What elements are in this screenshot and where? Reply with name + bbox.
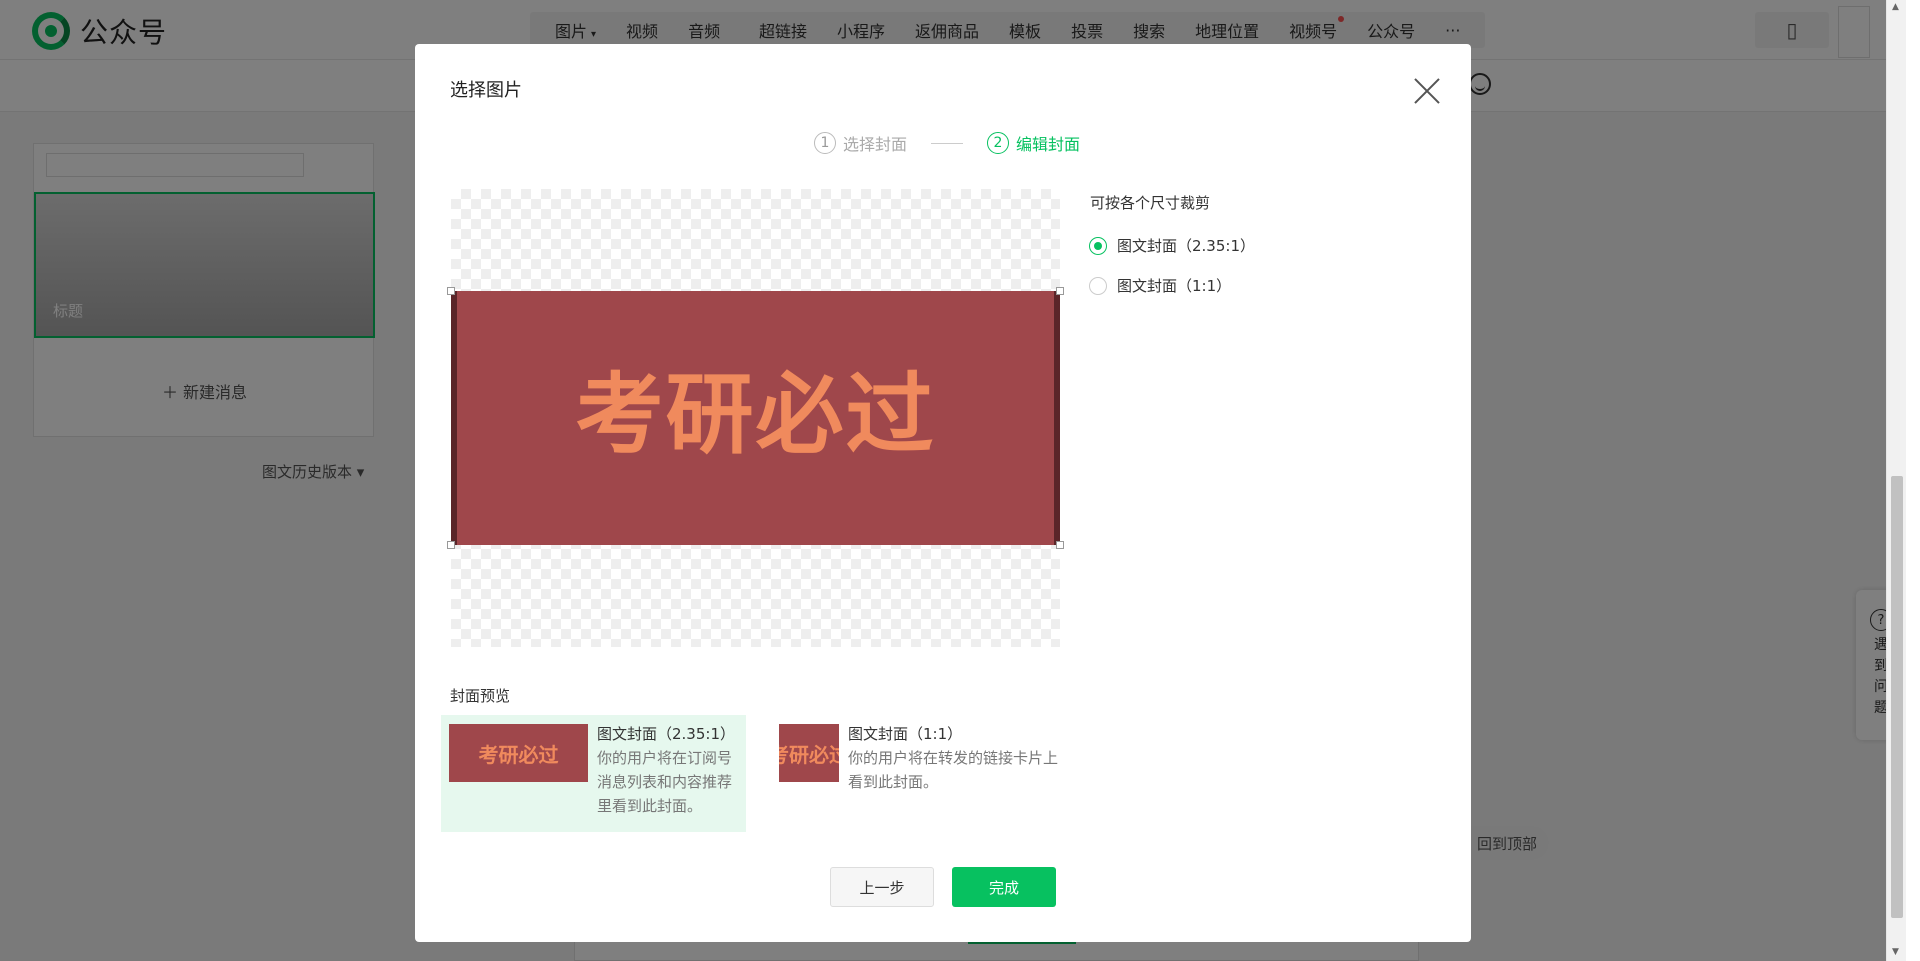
option-cover-1-1[interactable]: 图文封面（1:1） <box>1089 275 1231 296</box>
step-number: 1 <box>814 132 836 154</box>
crop-frame[interactable] <box>451 291 1060 545</box>
previous-step-button[interactable]: 上一步 <box>830 867 934 907</box>
step-label: 编辑封面 <box>1016 135 1081 154</box>
preview-desc-line: 消息列表和内容推荐 <box>597 773 733 791</box>
crop-canvas[interactable]: 考研必过 <box>447 189 1064 647</box>
select-image-dialog: 选择图片 1 选择封面 2 编辑封面 考研必过 可按各个尺寸裁剪 图文封面（2.… <box>415 44 1471 942</box>
preview-thumb-text: 考研必过 <box>779 742 839 767</box>
preview-name: 图文封面（2.35:1） <box>597 725 735 743</box>
scroll-down-icon[interactable]: ▼ <box>1892 947 1899 957</box>
close-icon[interactable] <box>1413 77 1441 105</box>
preview-desc-line: 你的用户将在转发的链接卡片上 <box>848 749 1059 767</box>
preview-desc-line: 里看到此封面。 <box>597 797 703 815</box>
preview-card-1-1[interactable]: 考研必过 图文封面（1:1） 你的用户将在转发的链接卡片上 看到此封面。 <box>771 715 1071 832</box>
preview-text: 图文封面（2.35:1） 你的用户将在订阅号 消息列表和内容推荐 里看到此封面。 <box>597 724 735 823</box>
page-edge <box>1906 0 1920 961</box>
cover-preview-label: 封面预览 <box>450 687 511 705</box>
radio-checked[interactable] <box>1089 236 1107 255</box>
preview-desc: 你的用户将在转发的链接卡片上 看到此封面。 <box>848 746 1058 794</box>
option-label: 图文封面（1:1） <box>1117 277 1232 295</box>
step-indicator: 1 选择封面 2 编辑封面 <box>814 131 1080 155</box>
option-cover-235[interactable]: 图文封面（2.35:1） <box>1089 235 1255 256</box>
scroll-thumb[interactable] <box>1891 476 1903 918</box>
crop-handle-top-left[interactable] <box>447 287 455 295</box>
preview-name: 图文封面（1:1） <box>848 725 963 743</box>
preview-desc: 你的用户将在订阅号 消息列表和内容推荐 里看到此封面。 <box>597 746 735 818</box>
step-number: 2 <box>987 132 1010 154</box>
step-label: 选择封面 <box>843 135 908 154</box>
preview-thumb-1-1: 考研必过 <box>779 724 839 782</box>
preview-thumb-text: 考研必过 <box>478 742 559 767</box>
preview-desc-line: 看到此封面。 <box>848 773 939 791</box>
preview-text: 图文封面（1:1） 你的用户将在转发的链接卡片上 看到此封面。 <box>848 724 1058 823</box>
preview-desc-line: 你的用户将在订阅号 <box>597 749 733 767</box>
done-button[interactable]: 完成 <box>952 867 1056 907</box>
crop-handle-bottom-left[interactable] <box>447 541 455 549</box>
crop-handle-top-right[interactable] <box>1056 287 1064 295</box>
radio-unchecked[interactable] <box>1089 276 1107 295</box>
preview-thumb-235: 考研必过 <box>449 724 588 782</box>
scrollbar[interactable]: ▲ ▼ <box>1886 0 1906 961</box>
step-edit-cover: 2 编辑封面 <box>987 131 1080 155</box>
crop-handle-bottom-right[interactable] <box>1056 541 1064 549</box>
step-divider <box>931 142 964 144</box>
step-select-cover: 1 选择封面 <box>814 131 907 155</box>
dialog-title: 选择图片 <box>450 80 522 101</box>
option-label: 图文封面（2.35:1） <box>1117 237 1255 255</box>
crop-size-title: 可按各个尺寸裁剪 <box>1090 194 1211 212</box>
preview-card-235[interactable]: 考研必过 图文封面（2.35:1） 你的用户将在订阅号 消息列表和内容推荐 里看… <box>441 715 746 832</box>
scroll-up-icon[interactable]: ▲ <box>1892 2 1899 12</box>
